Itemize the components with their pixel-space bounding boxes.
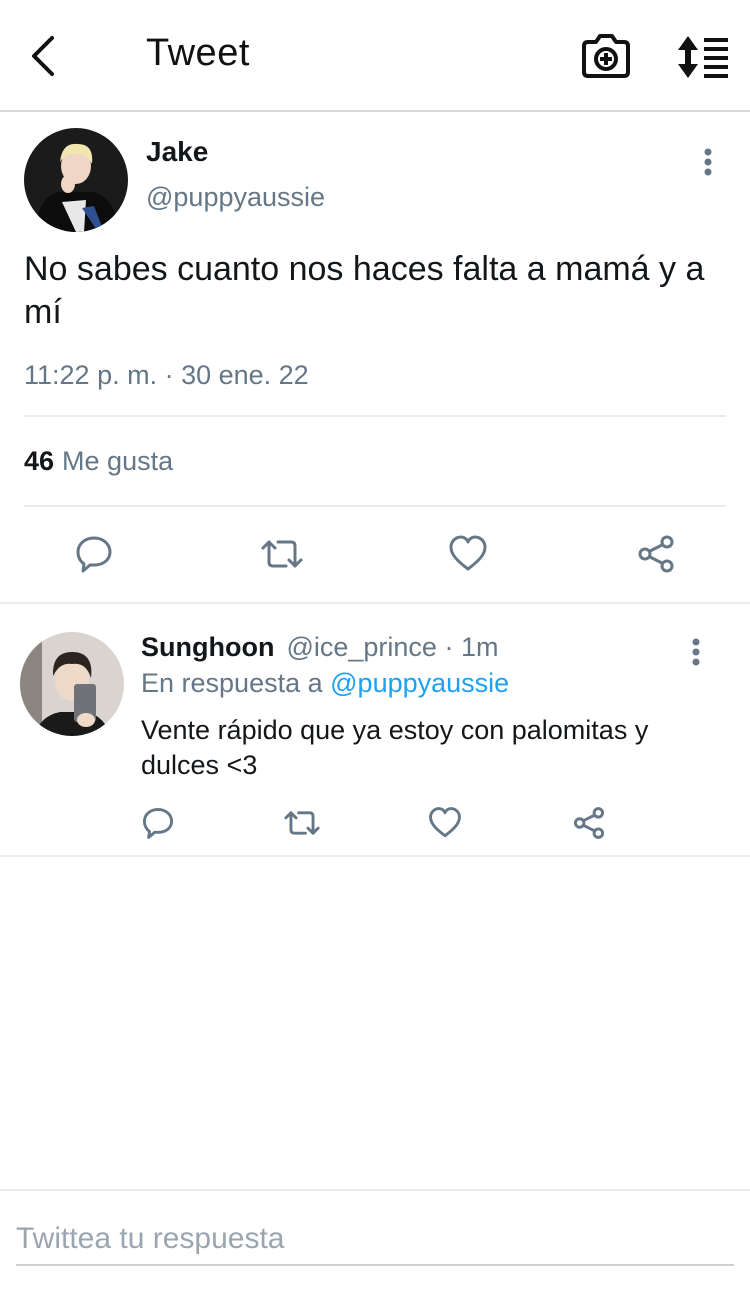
author-name[interactable]: Jake [146,136,208,168]
likes-count: 46 [24,446,55,476]
reply-like-button[interactable] [428,806,462,840]
camera-add-icon [582,34,630,78]
reply-reply-button[interactable] [141,806,175,840]
divider [0,855,750,857]
like-icon [429,807,461,838]
more-vertical-icon [704,148,712,176]
reply-retweet-button[interactable] [283,806,320,840]
avatar-photo [24,128,128,232]
avatar-photo [20,632,124,736]
retweet-icon [284,811,320,835]
author-handle[interactable]: @puppyaussie [146,182,325,213]
divider [24,415,726,417]
reply-button[interactable] [74,534,114,574]
share-icon [638,535,674,573]
tweet-more-button[interactable] [696,144,720,184]
sort-button[interactable] [676,34,730,80]
sort-list-icon [678,36,728,78]
reply-author-name[interactable]: Sunghoon [141,632,274,662]
tweet-timestamp: 11:22 p. m. · 30 ene. 22 [24,360,309,390]
tweet-text: No sabes cuanto nos haces falta a mamá y… [24,250,705,331]
back-button[interactable] [22,30,66,82]
likes-count-link[interactable]: 46 Me gusta [24,446,173,477]
compose-divider [0,1189,750,1191]
replying-to: En respuesta a @puppyaussie [141,668,509,699]
chevron-left-icon [32,36,54,76]
reply-more-button[interactable] [684,634,708,674]
divider [24,505,726,507]
more-vertical-icon [692,638,700,666]
page-title: Tweet [146,32,250,74]
like-button[interactable] [448,534,488,574]
reply-author-avatar[interactable] [20,632,124,736]
reply-icon [142,807,174,839]
reply-author-handle[interactable]: @ice_prince · 1m [286,632,498,662]
reply-text: Vente rápido que ya estoy con palomitas … [141,715,649,780]
likes-label: Me gusta [62,446,174,476]
share-button[interactable] [636,534,676,574]
replying-to-link[interactable]: @puppyaussie [330,668,509,698]
replying-to-prefix: En respuesta a [141,668,323,698]
author-avatar[interactable] [24,128,128,232]
like-icon [449,535,487,571]
reply-share-button[interactable] [572,806,606,840]
reply-icon [76,536,112,573]
reply-compose-input[interactable] [16,1214,734,1266]
retweet-button[interactable] [260,534,303,574]
top-bar: Tweet [0,0,750,112]
share-icon [573,807,605,839]
divider [0,602,750,604]
reply-author-line: Sunghoon @ice_prince · 1m [141,632,498,663]
camera-button[interactable] [580,32,632,82]
retweet-icon [261,540,303,568]
